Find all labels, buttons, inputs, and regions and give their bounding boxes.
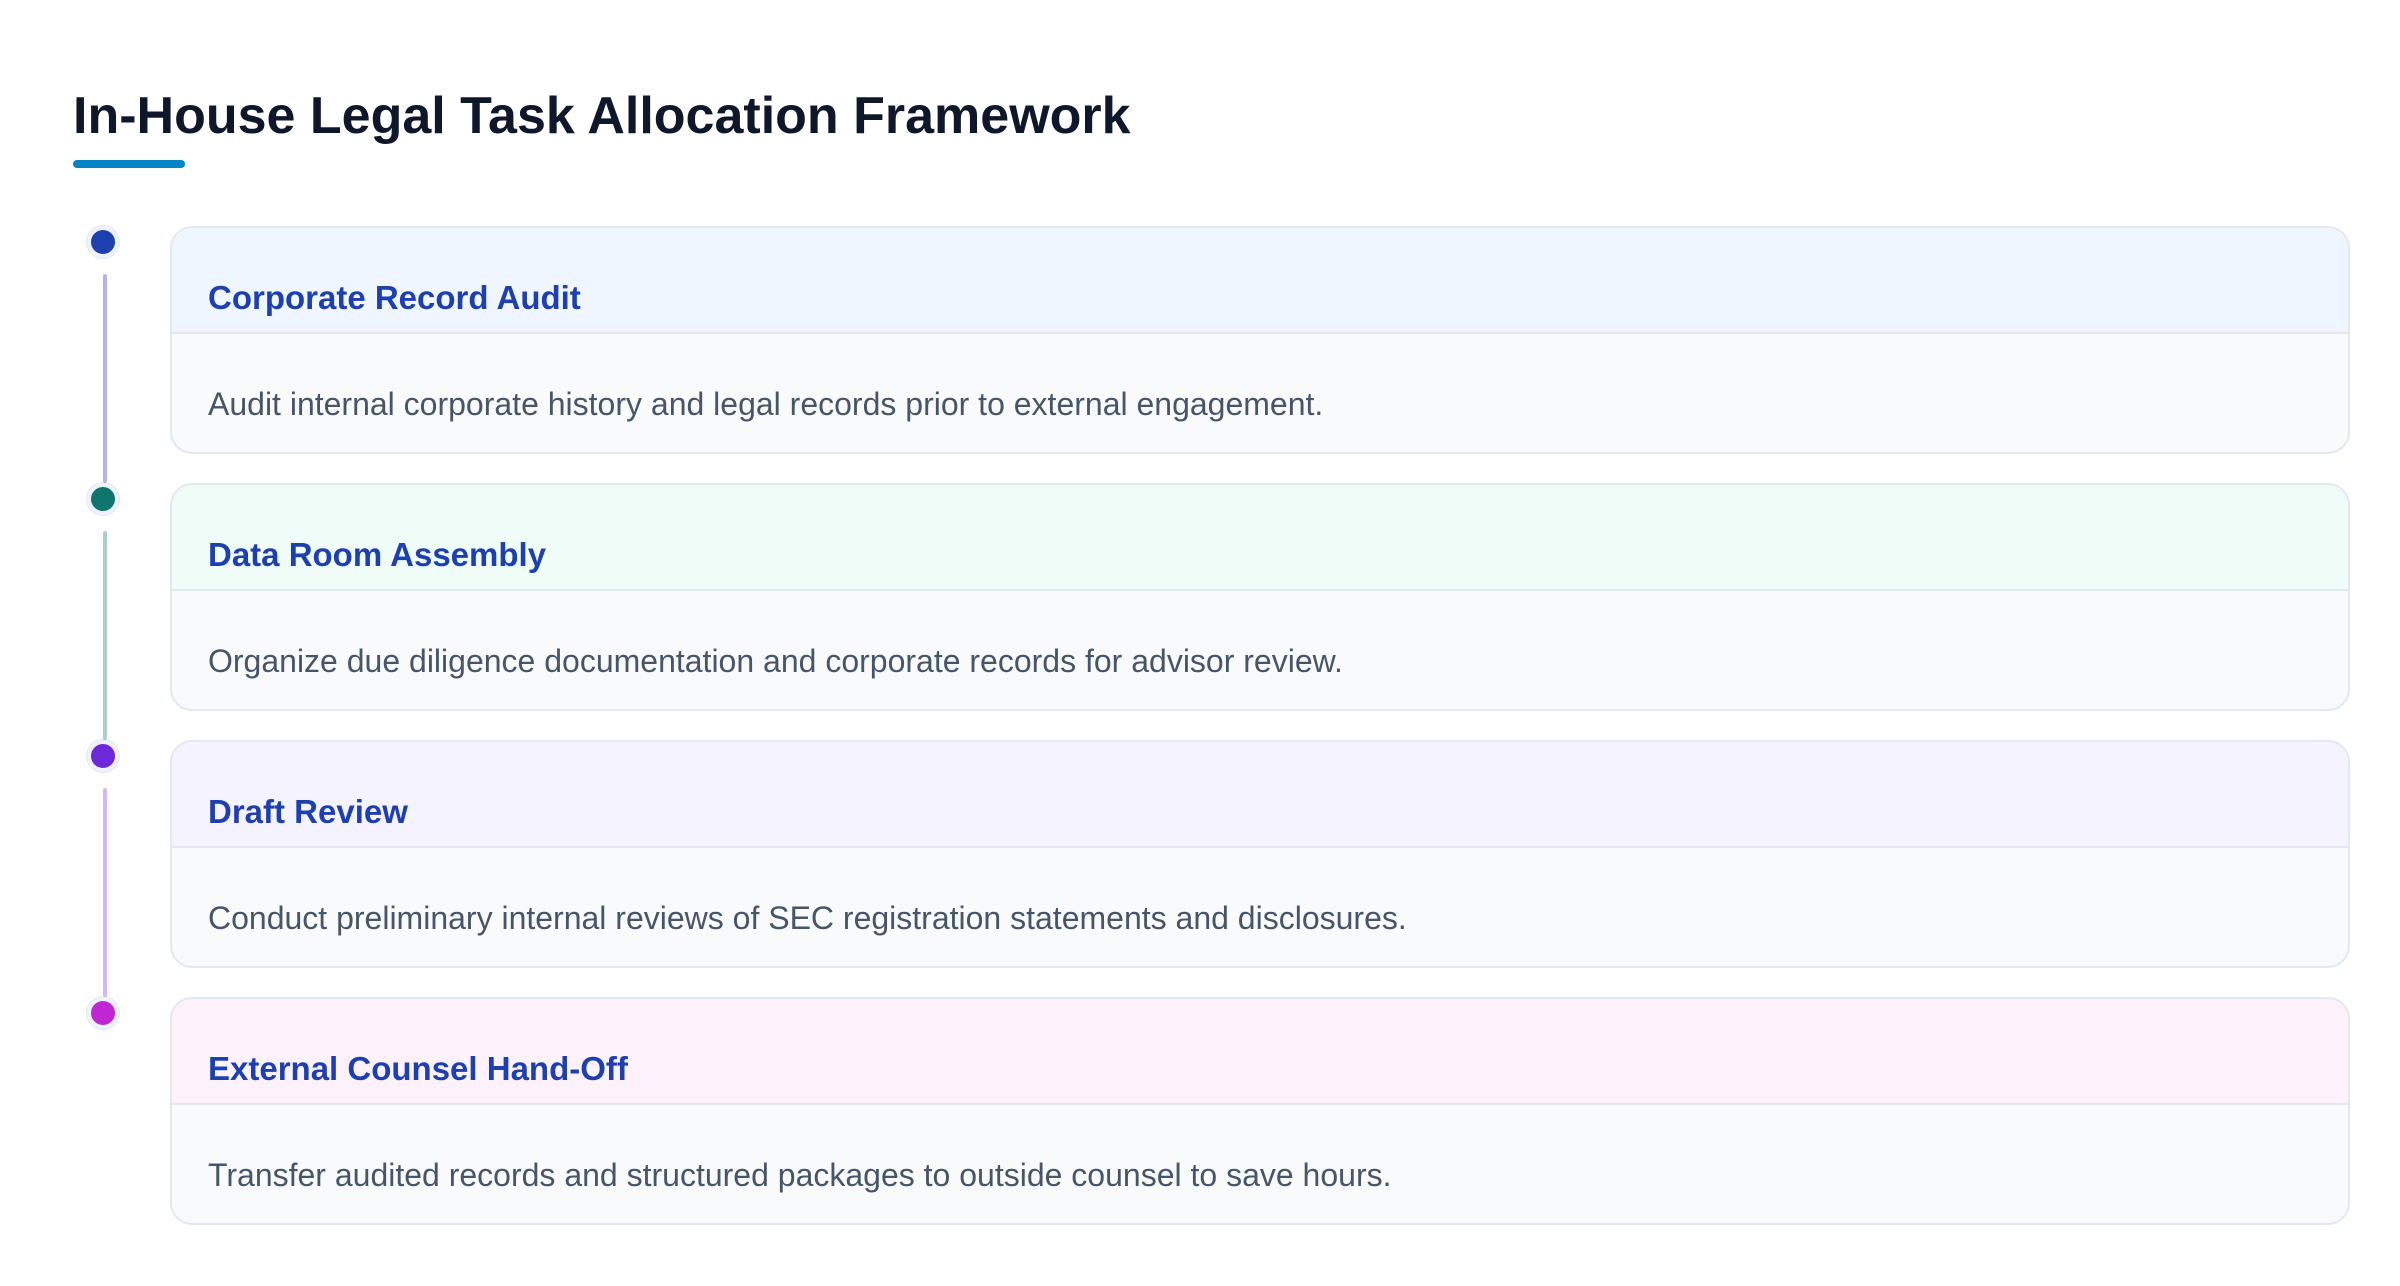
step-card: Draft Review Conduct preliminary interna…	[170, 740, 2350, 968]
timeline-step-2: Data Room Assembly Organize due diligenc…	[73, 483, 2352, 740]
step-card: External Counsel Hand-Off Transfer audit…	[170, 997, 2350, 1225]
step-card-header: Data Room Assembly	[172, 485, 2348, 591]
step-card-header: External Counsel Hand-Off	[172, 999, 2348, 1105]
step-card-header: Corporate Record Audit	[172, 228, 2348, 334]
step-description: Audit internal corporate history and leg…	[208, 386, 1324, 422]
diagram-page: In-House Legal Task Allocation Framework…	[73, 0, 2352, 1286]
title-underline	[73, 160, 185, 168]
step-connector	[103, 788, 107, 997]
step-title: Draft Review	[208, 793, 408, 830]
step-card: Data Room Assembly Organize due diligenc…	[170, 483, 2350, 711]
step-card-body: Audit internal corporate history and leg…	[172, 334, 2348, 452]
timeline-step-4: External Counsel Hand-Off Transfer audit…	[73, 997, 2352, 1227]
step-card-body: Conduct preliminary internal reviews of …	[172, 848, 2348, 966]
step-card-header: Draft Review	[172, 742, 2348, 848]
step-card: Corporate Record Audit Audit internal co…	[170, 226, 2350, 454]
step-title: Data Room Assembly	[208, 536, 547, 573]
step-title: Corporate Record Audit	[208, 279, 581, 316]
step-description: Conduct preliminary internal reviews of …	[208, 900, 1407, 936]
timeline-step-1: Corporate Record Audit Audit internal co…	[73, 226, 2352, 483]
step-card-body: Transfer audited records and structured …	[172, 1105, 2348, 1223]
step-title: External Counsel Hand-Off	[208, 1050, 628, 1087]
timeline-step-3: Draft Review Conduct preliminary interna…	[73, 740, 2352, 997]
step-node	[87, 226, 119, 258]
step-connector	[103, 274, 107, 483]
step-node	[87, 997, 119, 1029]
step-node	[87, 740, 119, 772]
step-node	[87, 483, 119, 515]
step-description: Organize due diligence documentation and…	[208, 643, 1343, 679]
step-card-body: Organize due diligence documentation and…	[172, 591, 2348, 709]
page-title: In-House Legal Task Allocation Framework	[73, 87, 1131, 145]
step-connector	[103, 531, 107, 740]
step-description: Transfer audited records and structured …	[208, 1157, 1392, 1193]
